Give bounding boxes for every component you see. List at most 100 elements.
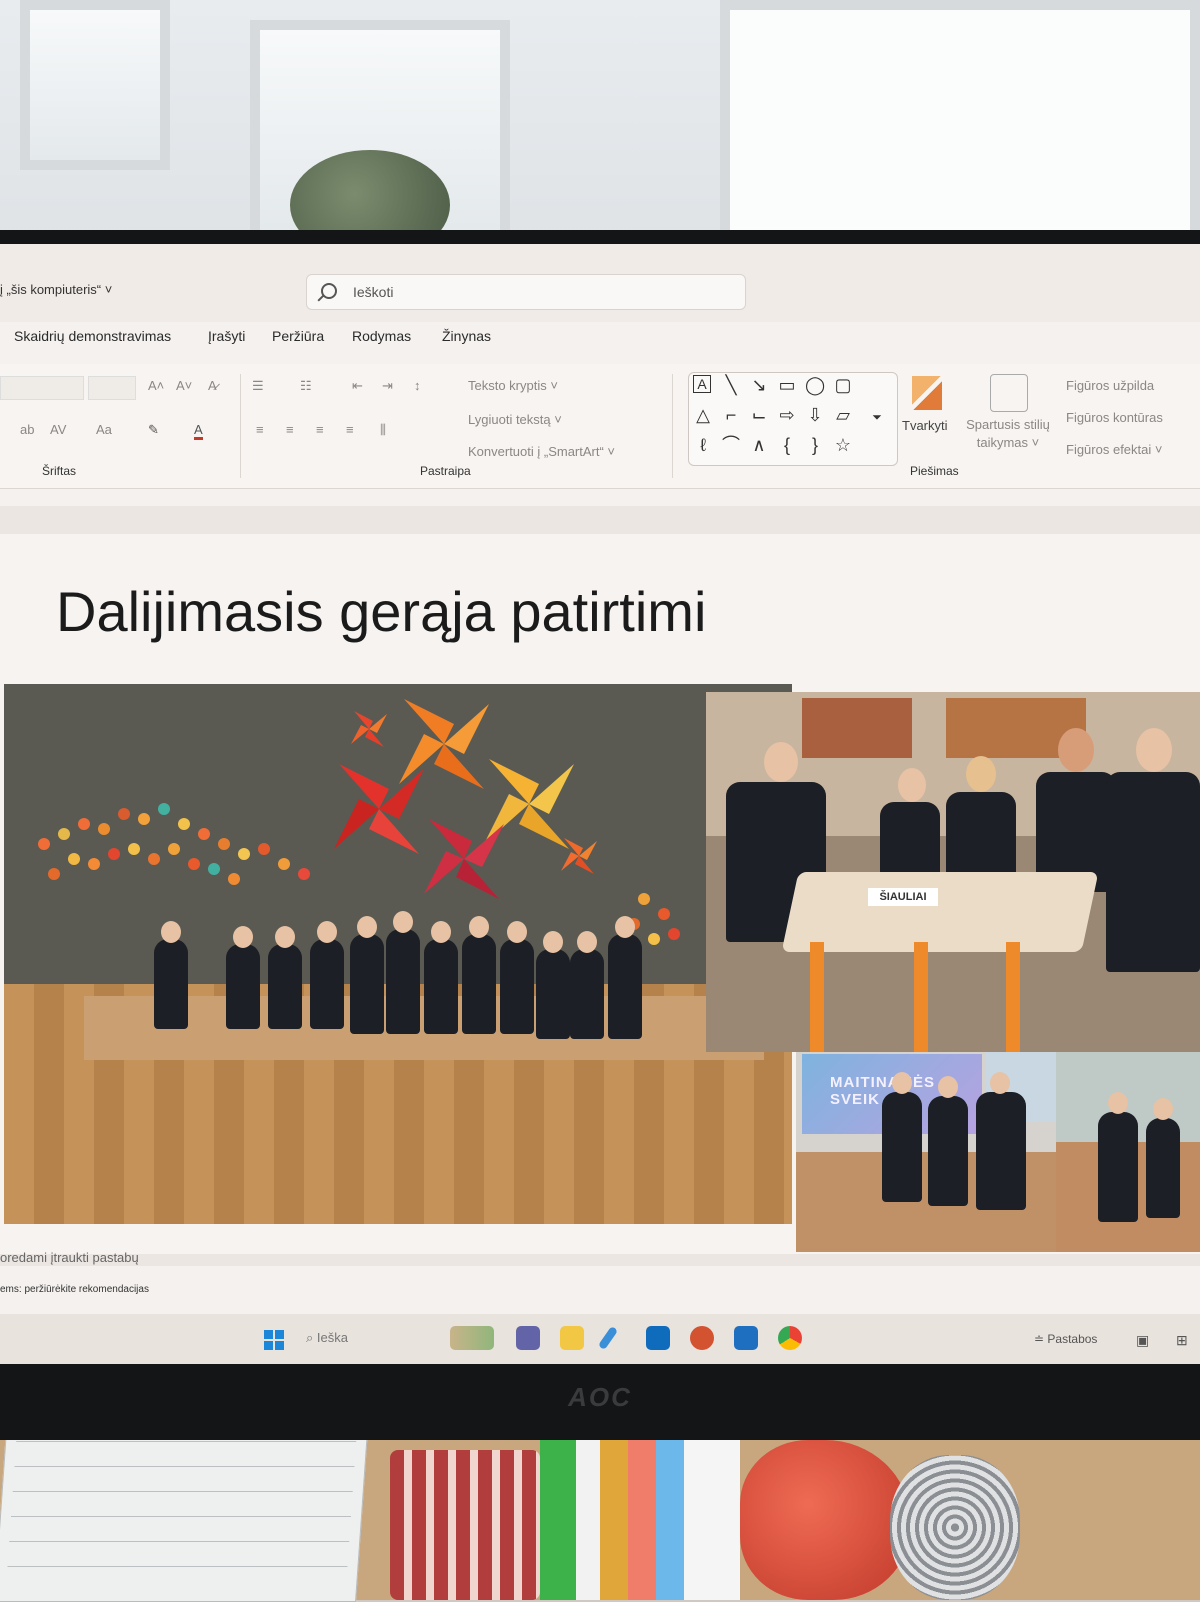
oval-shape-icon[interactable]: ◯	[805, 375, 825, 395]
triangle-shape-icon[interactable]: △	[693, 405, 713, 425]
teams-icon[interactable]	[516, 1326, 540, 1350]
decrease-indent-icon[interactable]: ⇤	[352, 378, 363, 394]
shape-effects-button[interactable]: Figūros efektai ˅	[1066, 442, 1162, 457]
windows-start-icon[interactable]	[264, 1330, 284, 1350]
photo-noticeboard	[802, 698, 912, 758]
tab-view[interactable]: Rodymas	[352, 328, 411, 344]
shape-outline-button[interactable]: Figūros kontūras	[1066, 410, 1163, 425]
arrow-line-shape-icon[interactable]: ↘	[749, 375, 769, 395]
align-center-icon[interactable]: ≡	[286, 422, 294, 437]
rectangle-shape-icon[interactable]: ▭	[777, 375, 797, 395]
table-name-sign: ŠIAULIAI	[868, 888, 938, 906]
connector-shape-icon[interactable]: ⌐	[721, 405, 741, 425]
increase-indent-icon[interactable]: ⇥	[382, 378, 393, 394]
freeform-shape-icon[interactable]: ℓ	[693, 435, 713, 455]
shape-fill-button[interactable]: Figūros užpilda	[1066, 378, 1154, 393]
tab-record[interactable]: Įrašyti	[208, 328, 245, 344]
curve-shape-icon[interactable]: ∧	[749, 435, 769, 455]
right-brace-shape-icon[interactable]: }	[805, 435, 825, 455]
align-left-icon[interactable]: ≡	[256, 422, 264, 437]
ribbon: A˄ A˅ A̷ ab AV Aa ✎ A Šriftas ☰ ☷ ⇤ ⇥ ↕ …	[0, 364, 1200, 489]
window-pane	[720, 0, 1200, 240]
align-right-icon[interactable]: ≡	[316, 422, 324, 437]
word-icon[interactable]	[734, 1326, 758, 1350]
student-figure	[570, 931, 604, 1039]
window-pane	[20, 0, 170, 170]
font-name-dropdown[interactable]	[0, 376, 84, 400]
quick-styles-button[interactable]: Spartusis stilių taikymas ˅	[958, 416, 1058, 452]
callout-shape-icon[interactable]: ▱	[833, 405, 853, 425]
search-box[interactable]: Ieškoti	[306, 274, 746, 310]
slide-sorter-icon[interactable]: ⊞	[1176, 1332, 1188, 1349]
photo-table-leg	[914, 942, 928, 1052]
powerpoint-icon[interactable]	[690, 1326, 714, 1350]
left-brace-shape-icon[interactable]: {	[777, 435, 797, 455]
notes-placeholder[interactable]: oredami įtraukti pastabų	[0, 1250, 139, 1265]
shapes-gallery[interactable]: A ╲ ↘ ▭ ◯ ▢ △ ⌐ ⌙ ⇨ ⇩ ▱ ℓ ⌒ ∧ { } ☆ ⏷	[688, 372, 898, 466]
textbox-shape-icon[interactable]: A	[693, 375, 711, 393]
right-arrow-shape-icon[interactable]: ⇨	[777, 405, 797, 425]
student-figure	[462, 916, 496, 1034]
char-spacing-icon[interactable]: AV	[50, 422, 66, 437]
tab-slideshow[interactable]: Skaidrių demonstravimas	[14, 328, 171, 344]
student-figure	[1098, 1092, 1138, 1222]
rounded-rect-shape-icon[interactable]: ▢	[833, 375, 853, 395]
bullets-icon[interactable]: ☰	[252, 378, 264, 394]
strikethrough-icon[interactable]: ab	[20, 422, 34, 437]
drawing-group-label: Piešimas	[910, 464, 959, 478]
separator	[240, 374, 241, 478]
photo-classroom-table[interactable]: ŠIAULIAI	[706, 692, 1200, 1052]
font-size-dropdown[interactable]	[88, 376, 136, 400]
columns-icon[interactable]: ⫼	[380, 422, 386, 438]
arc-shape-icon[interactable]: ⌒	[721, 435, 741, 455]
paper-document	[0, 1430, 369, 1602]
red-object	[740, 1440, 910, 1600]
grow-font-icon[interactable]: A˄	[148, 378, 164, 393]
photo-group-pinwheels[interactable]	[4, 684, 792, 1224]
text-direction-button[interactable]: Teksto kryptis ˅	[468, 378, 558, 393]
down-arrow-shape-icon[interactable]: ⇩	[805, 405, 825, 425]
clear-format-icon[interactable]: A̷	[208, 378, 217, 393]
student-figure	[424, 921, 458, 1034]
quick-styles-icon	[990, 374, 1028, 412]
outlook-icon[interactable]	[646, 1326, 670, 1350]
student-figure	[536, 931, 570, 1039]
highlight-icon[interactable]: ✎	[148, 422, 159, 438]
photo-presentation-room[interactable]: MAITINAMĖS SVEIK	[796, 1052, 1200, 1252]
slide-title[interactable]: Dalijimasis gerąja patirtimi	[56, 579, 706, 644]
widgets-icon[interactable]	[450, 1326, 494, 1350]
tab-help[interactable]: Žinynas	[442, 328, 491, 344]
arrange-button[interactable]: Tvarkyti	[902, 418, 948, 433]
monitor-brand-logo: AOC	[568, 1382, 632, 1412]
elbow-connector-shape-icon[interactable]: ⌙	[749, 405, 769, 425]
taskbar-search[interactable]: ⌕ Ieška	[306, 1330, 348, 1346]
gallery-more-icon[interactable]: ⏷	[867, 407, 887, 427]
font-color-icon[interactable]: A	[194, 422, 203, 440]
notes-toggle-label: Pastabos	[1047, 1332, 1098, 1346]
star-shape-icon[interactable]: ☆	[833, 435, 853, 455]
normal-view-icon[interactable]: ▣	[1136, 1332, 1149, 1349]
student-figure	[268, 926, 302, 1029]
align-text-button[interactable]: Lygiuoti tekstą ˅	[468, 412, 562, 427]
pen-icon[interactable]	[597, 1325, 619, 1351]
photo-table-leg	[1006, 942, 1020, 1052]
tab-review[interactable]: Peržiūra	[272, 328, 324, 344]
ribbon-tabs: Skaidrių demonstravimas Įrašyti Peržiūra…	[0, 328, 1200, 358]
student-figure	[882, 1072, 922, 1202]
notes-toggle-button[interactable]: ≐ Pastabos	[1034, 1332, 1097, 1346]
justify-icon[interactable]: ≡	[346, 422, 354, 437]
chrome-icon[interactable]	[778, 1326, 802, 1350]
convert-smartart-button[interactable]: Konvertuoti į „SmartArt“ ˅	[468, 444, 615, 459]
shrink-font-icon[interactable]: A˅	[176, 378, 192, 393]
student-figure	[226, 926, 260, 1029]
recommendations-hint[interactable]: ems: peržiūrėkite rekomendacijas	[0, 1284, 149, 1295]
save-location[interactable]: į „šis kompiuteris“ ˅	[0, 282, 112, 297]
student-figure	[500, 921, 534, 1034]
numbering-icon[interactable]: ☷	[300, 378, 312, 394]
change-case-icon[interactable]: Aa	[96, 422, 112, 437]
line-shape-icon[interactable]: ╲	[721, 375, 741, 395]
student-figure	[608, 916, 642, 1039]
search-placeholder: Ieškoti	[353, 284, 394, 300]
file-explorer-icon[interactable]	[560, 1326, 584, 1350]
line-spacing-icon[interactable]: ↕	[414, 378, 421, 393]
